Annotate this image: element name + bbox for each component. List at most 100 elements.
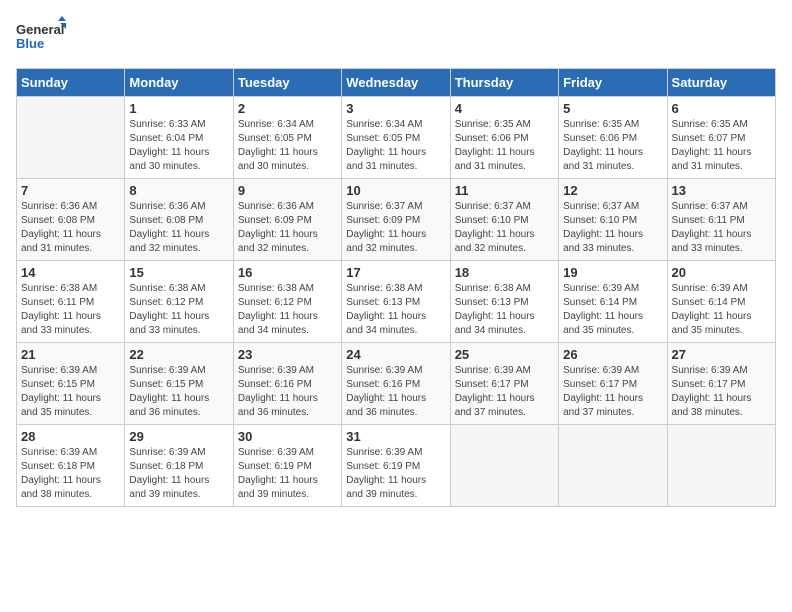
day-info: Sunrise: 6:38 AM Sunset: 6:13 PM Dayligh… [455,282,554,338]
day-info: Sunrise: 6:38 AM Sunset: 6:12 PM Dayligh… [238,282,337,338]
day-number: 11 [455,183,554,198]
calendar-cell: 22 Sunrise: 6:39 AM Sunset: 6:15 PM Dayli… [125,343,233,425]
day-info: Sunrise: 6:39 AM Sunset: 6:16 PM Dayligh… [346,364,445,420]
day-info: Sunrise: 6:33 AM Sunset: 6:04 PM Dayligh… [129,118,228,174]
week-row-5: 28 Sunrise: 6:39 AM Sunset: 6:18 PM Dayli… [17,425,776,507]
calendar-cell: 18 Sunrise: 6:38 AM Sunset: 6:13 PM Dayli… [450,261,558,343]
calendar-cell: 17 Sunrise: 6:38 AM Sunset: 6:13 PM Dayli… [342,261,450,343]
calendar-cell: 14Sunrise: 6:38 AM Sunset: 6:11 PM Dayli… [17,261,125,343]
calendar-cell: 13 Sunrise: 6:37 AM Sunset: 6:11 PM Dayli… [667,179,775,261]
day-info: Sunrise: 6:38 AM Sunset: 6:11 PM Dayligh… [21,282,120,338]
calendar-cell: 8 Sunrise: 6:36 AM Sunset: 6:08 PM Daylig… [125,179,233,261]
calendar-cell [450,425,558,507]
calendar-cell: 23 Sunrise: 6:39 AM Sunset: 6:16 PM Dayli… [233,343,341,425]
calendar-cell: 3Sunrise: 6:34 AM Sunset: 6:05 PM Daylig… [342,97,450,179]
day-info: Sunrise: 6:39 AM Sunset: 6:17 PM Dayligh… [672,364,771,420]
day-number: 25 [455,347,554,362]
day-info: Sunrise: 6:36 AM Sunset: 6:08 PM Dayligh… [21,200,120,256]
column-header-friday: Friday [559,69,667,97]
day-number: 22 [129,347,228,362]
column-header-wednesday: Wednesday [342,69,450,97]
day-number: 31 [346,429,445,444]
day-info: Sunrise: 6:39 AM Sunset: 6:17 PM Dayligh… [563,364,662,420]
day-number: 3 [346,101,445,116]
calendar-cell [667,425,775,507]
week-row-2: 7Sunrise: 6:36 AM Sunset: 6:08 PM Daylig… [17,179,776,261]
week-row-4: 21 Sunrise: 6:39 AM Sunset: 6:15 PM Dayli… [17,343,776,425]
week-row-3: 14Sunrise: 6:38 AM Sunset: 6:11 PM Dayli… [17,261,776,343]
calendar-cell: 10 Sunrise: 6:37 AM Sunset: 6:09 PM Dayli… [342,179,450,261]
day-number: 18 [455,265,554,280]
day-number: 12 [563,183,662,198]
day-number: 10 [346,183,445,198]
day-info: Sunrise: 6:39 AM Sunset: 6:14 PM Dayligh… [563,282,662,338]
day-info: Sunrise: 6:39 AM Sunset: 6:18 PM Dayligh… [21,446,120,502]
calendar-cell: 30 Sunrise: 6:39 AM Sunset: 6:19 PM Dayli… [233,425,341,507]
calendar-cell: 29Sunrise: 6:39 AM Sunset: 6:18 PM Dayli… [125,425,233,507]
day-info: Sunrise: 6:35 AM Sunset: 6:07 PM Dayligh… [672,118,771,174]
day-info: Sunrise: 6:39 AM Sunset: 6:14 PM Dayligh… [672,282,771,338]
calendar-table: SundayMondayTuesdayWednesdayThursdayFrid… [16,68,776,507]
day-info: Sunrise: 6:39 AM Sunset: 6:15 PM Dayligh… [21,364,120,420]
calendar-cell: 28 Sunrise: 6:39 AM Sunset: 6:18 PM Dayli… [17,425,125,507]
day-info: Sunrise: 6:38 AM Sunset: 6:13 PM Dayligh… [346,282,445,338]
calendar-cell: 19 Sunrise: 6:39 AM Sunset: 6:14 PM Dayli… [559,261,667,343]
day-number: 21 [21,347,120,362]
day-number: 9 [238,183,337,198]
day-info: Sunrise: 6:37 AM Sunset: 6:10 PM Dayligh… [563,200,662,256]
day-info: Sunrise: 6:39 AM Sunset: 6:16 PM Dayligh… [238,364,337,420]
calendar-cell: 15 Sunrise: 6:38 AM Sunset: 6:12 PM Dayli… [125,261,233,343]
calendar-cell: 31 Sunrise: 6:39 AM Sunset: 6:19 PM Dayli… [342,425,450,507]
calendar-cell: 21 Sunrise: 6:39 AM Sunset: 6:15 PM Dayli… [17,343,125,425]
day-number: 27 [672,347,771,362]
day-info: Sunrise: 6:37 AM Sunset: 6:11 PM Dayligh… [672,200,771,256]
day-number: 28 [21,429,120,444]
day-number: 20 [672,265,771,280]
day-info: Sunrise: 6:39 AM Sunset: 6:15 PM Dayligh… [129,364,228,420]
day-info: Sunrise: 6:39 AM Sunset: 6:19 PM Dayligh… [346,446,445,502]
day-number: 13 [672,183,771,198]
header-row: SundayMondayTuesdayWednesdayThursdayFrid… [17,69,776,97]
calendar-cell: 7Sunrise: 6:36 AM Sunset: 6:08 PM Daylig… [17,179,125,261]
day-number: 23 [238,347,337,362]
calendar-cell: 6Sunrise: 6:35 AM Sunset: 6:07 PM Daylig… [667,97,775,179]
day-number: 30 [238,429,337,444]
day-number: 1 [129,101,228,116]
day-info: Sunrise: 6:35 AM Sunset: 6:06 PM Dayligh… [455,118,554,174]
calendar-cell: 24Sunrise: 6:39 AM Sunset: 6:16 PM Dayli… [342,343,450,425]
day-info: Sunrise: 6:36 AM Sunset: 6:08 PM Dayligh… [129,200,228,256]
day-info: Sunrise: 6:39 AM Sunset: 6:17 PM Dayligh… [455,364,554,420]
day-info: Sunrise: 6:39 AM Sunset: 6:19 PM Dayligh… [238,446,337,502]
header: GeneralBlue [16,16,776,56]
day-number: 15 [129,265,228,280]
day-info: Sunrise: 6:38 AM Sunset: 6:12 PM Dayligh… [129,282,228,338]
day-number: 29 [129,429,228,444]
week-row-1: 1 Sunrise: 6:33 AM Sunset: 6:04 PM Daylig… [17,97,776,179]
column-header-thursday: Thursday [450,69,558,97]
day-number: 19 [563,265,662,280]
calendar-cell [17,97,125,179]
day-info: Sunrise: 6:37 AM Sunset: 6:10 PM Dayligh… [455,200,554,256]
day-info: Sunrise: 6:34 AM Sunset: 6:05 PM Dayligh… [238,118,337,174]
day-number: 26 [563,347,662,362]
calendar-cell: 4 Sunrise: 6:35 AM Sunset: 6:06 PM Daylig… [450,97,558,179]
calendar-cell [559,425,667,507]
day-number: 16 [238,265,337,280]
column-header-tuesday: Tuesday [233,69,341,97]
day-info: Sunrise: 6:36 AM Sunset: 6:09 PM Dayligh… [238,200,337,256]
svg-text:Blue: Blue [16,36,44,51]
day-number: 8 [129,183,228,198]
column-header-sunday: Sunday [17,69,125,97]
logo: GeneralBlue [16,16,66,56]
calendar-cell: 9 Sunrise: 6:36 AM Sunset: 6:09 PM Daylig… [233,179,341,261]
column-header-saturday: Saturday [667,69,775,97]
day-number: 5 [563,101,662,116]
calendar-cell: 5Sunrise: 6:35 AM Sunset: 6:06 PM Daylig… [559,97,667,179]
calendar-cell: 11 Sunrise: 6:37 AM Sunset: 6:10 PM Dayli… [450,179,558,261]
logo-svg: GeneralBlue [16,16,66,56]
day-number: 4 [455,101,554,116]
day-number: 17 [346,265,445,280]
calendar-cell: 16 Sunrise: 6:38 AM Sunset: 6:12 PM Dayli… [233,261,341,343]
day-info: Sunrise: 6:37 AM Sunset: 6:09 PM Dayligh… [346,200,445,256]
svg-text:General: General [16,22,64,37]
